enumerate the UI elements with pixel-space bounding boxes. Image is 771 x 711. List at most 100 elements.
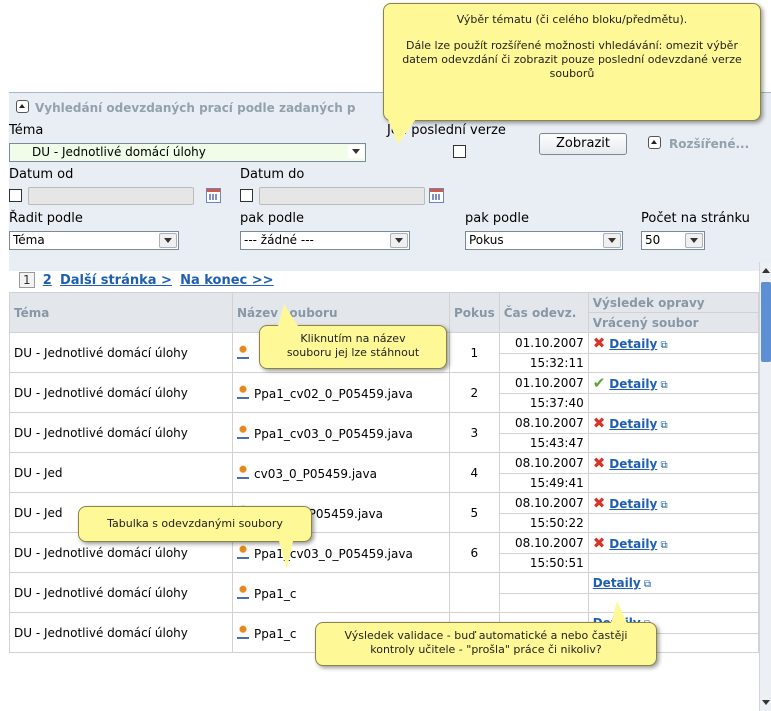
callout-topic-line1: Výběr tématu (či celého bloku/předmětu).: [456, 13, 688, 26]
callout-filename: Kliknutím na název souboru jej lze stáhn…: [259, 304, 447, 369]
collapse-icon[interactable]: [16, 100, 29, 113]
chevron-down-icon: [390, 233, 408, 248]
scroll-down-icon[interactable]: [762, 700, 770, 705]
col-returned[interactable]: Vrácený soubor: [587, 312, 760, 333]
cell-date: 08.10.2007: [498, 412, 589, 434]
fail-icon: ✖: [592, 414, 606, 432]
expand-advanced-icon[interactable]: [648, 136, 661, 149]
cell-returned: [587, 433, 760, 453]
search-panel: Vyhledání odevzdaných prací podle zadaný…: [9, 92, 771, 711]
cell-result[interactable]: Detaily ⧉: [587, 572, 760, 594]
per-page-select[interactable]: 50: [641, 231, 705, 250]
scroll-up-icon[interactable]: [762, 268, 770, 273]
last-page-link[interactable]: Na konec >>: [180, 273, 274, 288]
cell-returned: [587, 473, 760, 493]
details-link[interactable]: Detaily: [609, 417, 657, 431]
cell-returned: [587, 353, 760, 373]
cell-date: 08.10.2007: [498, 452, 589, 474]
date-from-checkbox[interactable]: [9, 189, 22, 202]
advanced-toggle[interactable]: Rozšířené...: [669, 137, 749, 151]
fail-icon: ✖: [592, 334, 606, 352]
cell-file[interactable]: Ppa1_c: [232, 572, 450, 613]
table-row: DU - Jednotlivé domácí úlohy Ppa1_cv02_0_…: [9, 372, 760, 413]
cell-result[interactable]: ✖ Detaily ⧉: [587, 492, 760, 514]
cell-result[interactable]: ✖ Detaily ⧉: [587, 532, 760, 554]
date-to-field[interactable]: [259, 187, 425, 205]
col-result[interactable]: Výsledek opravy: [587, 292, 760, 313]
cell-file[interactable]: Ppa1_cv02_0_P05459.java: [232, 372, 450, 413]
java-file-icon: [237, 344, 249, 359]
next-page-link[interactable]: Další stránka >: [60, 273, 172, 288]
cell-time: 15:50:51: [498, 553, 589, 573]
cell-result[interactable]: ✔ Detaily ⧉: [587, 372, 760, 394]
sort-by-select[interactable]: Téma: [9, 231, 179, 250]
sort-by-value: Téma: [13, 233, 45, 247]
chevron-down-icon: [685, 233, 703, 248]
callout-table-text: Tabulka s odevzdanými soubory: [107, 517, 283, 530]
page-2-link[interactable]: 2: [43, 273, 52, 288]
external-link-icon: ⧉: [657, 460, 668, 471]
details-link[interactable]: Detaily: [609, 497, 657, 511]
then-by-value: --- žádné ---: [244, 233, 314, 247]
cell-attempt: 1: [449, 332, 500, 373]
cell-file[interactable]: Ppa1_cv03_0_P05459.java: [232, 412, 450, 453]
chevron-down-icon: [348, 145, 364, 158]
cell-result[interactable]: ✖ Detaily ⧉: [587, 452, 760, 474]
topic-select[interactable]: DU - Jednotlivé domácí úlohy: [9, 143, 366, 162]
date-to-checkbox[interactable]: [240, 189, 253, 202]
external-link-icon: ⧉: [657, 420, 668, 431]
chevron-down-icon: [603, 233, 621, 248]
col-topic[interactable]: Téma: [9, 292, 233, 333]
calendar-icon[interactable]: [429, 188, 444, 203]
then-by2-select[interactable]: Pokus: [465, 231, 623, 250]
file-name-link[interactable]: cv03_0_P05459.java: [254, 467, 377, 481]
scroll-thumb[interactable]: [761, 282, 771, 362]
callout-tail: [279, 541, 293, 569]
callout-topic-line2: Dále lze použít rozšířené možnosti vhled…: [402, 39, 742, 80]
java-file-icon: [237, 384, 249, 399]
details-link[interactable]: Detaily: [593, 576, 641, 590]
callout-tail: [611, 601, 627, 623]
java-file-icon: [237, 544, 249, 559]
cell-topic: DU - Jednotlivé domácí úlohy: [9, 412, 233, 453]
cell-result[interactable]: ✖ Detaily ⧉: [587, 412, 760, 434]
show-button[interactable]: Zobrazit: [539, 133, 627, 155]
file-name-link[interactable]: Ppa1_cv02_0_P05459.java: [254, 387, 413, 401]
callout-table: Tabulka s odevzdanými soubory: [78, 506, 312, 569]
check-icon: ✔: [592, 374, 606, 392]
then-by2-value: Pokus: [469, 233, 504, 247]
cell-time: 15:32:11: [498, 353, 589, 373]
col-time[interactable]: Čas odevz.: [498, 292, 589, 333]
cell-time: [498, 593, 589, 613]
cell-date: 08.10.2007: [498, 532, 589, 554]
date-from-field[interactable]: [28, 187, 194, 205]
cell-time: 15:50:22: [498, 513, 589, 533]
details-link[interactable]: Detaily: [609, 377, 657, 391]
then-by-select[interactable]: --- žádné ---: [240, 231, 410, 250]
sort-by-label: Řadit podle: [9, 211, 83, 226]
calendar-icon[interactable]: [206, 188, 221, 203]
file-name-link[interactable]: Ppa1_c: [254, 587, 296, 601]
col-attempt[interactable]: Pokus: [449, 292, 500, 333]
current-page: 1: [19, 272, 35, 288]
cell-date: 08.10.2007: [498, 492, 589, 514]
java-file-icon: [237, 464, 249, 479]
callout-tail: [278, 304, 298, 326]
details-link[interactable]: Detaily: [609, 337, 657, 351]
last-version-checkbox[interactable]: [453, 145, 466, 158]
details-link[interactable]: Detaily: [609, 457, 657, 471]
file-name-link[interactable]: Ppa1_cv03_0_P05459.java: [254, 427, 413, 441]
then-by-label: pak podle: [240, 211, 304, 226]
file-name-link[interactable]: Ppa1_cv03_0_P05459.java: [254, 547, 413, 561]
cell-file[interactable]: cv03_0_P05459.java: [232, 452, 450, 493]
pagination: 1 2 Další stránka > Na konec >>: [19, 272, 274, 288]
vertical-scrollbar[interactable]: [759, 262, 771, 711]
cell-attempt: 2: [449, 372, 500, 413]
external-link-icon: ⧉: [640, 579, 652, 590]
then-by2-label: pak podle: [465, 211, 529, 226]
cell-topic: DU - Jed: [9, 452, 233, 493]
details-link[interactable]: Detaily: [609, 537, 657, 551]
callout-validation-text: Výsledek validace - buď automatické a ne…: [344, 629, 628, 656]
cell-result[interactable]: ✖ Detaily ⧉: [587, 332, 760, 354]
file-name-link[interactable]: Ppa1_c: [254, 627, 296, 641]
